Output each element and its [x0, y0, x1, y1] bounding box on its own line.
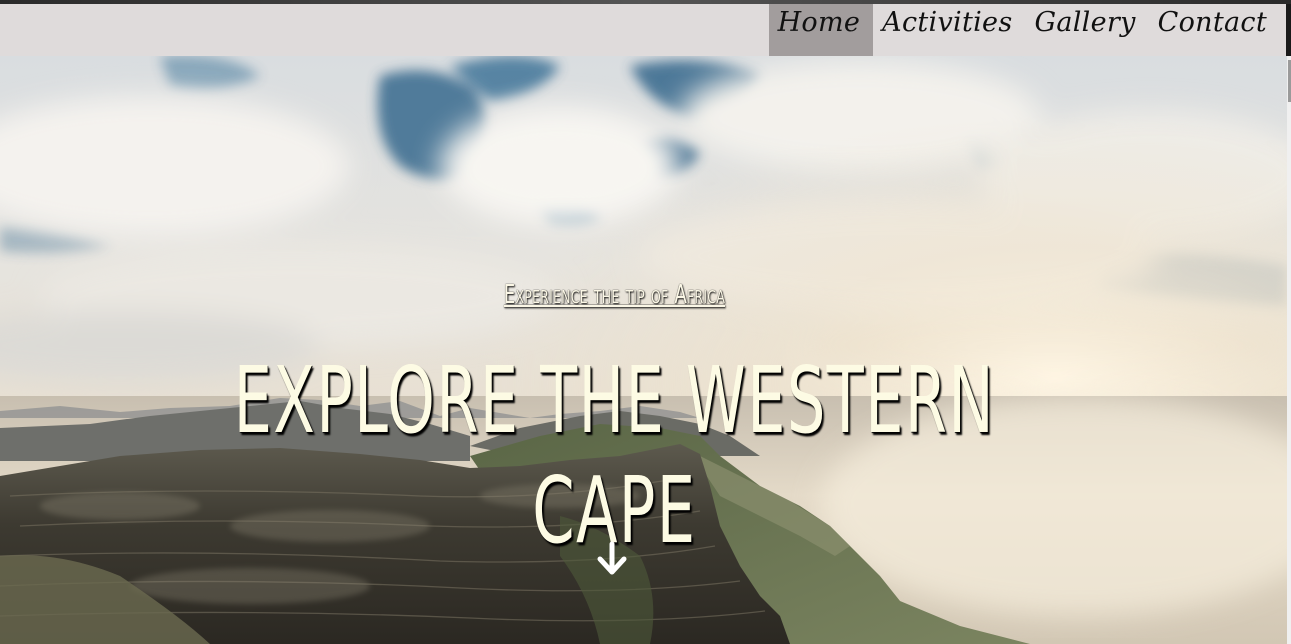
nav-item-gallery[interactable]: Gallery: [1025, 4, 1148, 56]
nav-item-label: Home: [777, 7, 861, 38]
hero-headline: EXPLORE THE WESTERN CAPE: [233, 347, 996, 564]
nav-item-label: Contact: [1157, 7, 1267, 38]
nav-item-activities[interactable]: Activities: [873, 4, 1025, 56]
nav-item-contact[interactable]: Contact: [1149, 4, 1280, 56]
hero-tagline[interactable]: Experience the tip of Africa: [135, 280, 1094, 310]
nav-list: Home Activities Gallery Contact: [768, 4, 1280, 56]
nav-item-home[interactable]: Home: [768, 4, 874, 56]
scrollbar-track[interactable]: [1287, 56, 1291, 644]
nav-item-label: Gallery: [1034, 7, 1136, 38]
hero-section: Experience the tip of Africa EXPLORE THE…: [0, 56, 1287, 644]
navbar: Home Activities Gallery Contact: [0, 4, 1286, 56]
nav-item-label: Activities: [882, 7, 1013, 38]
page: Home Activities Gallery Contact Experien…: [0, 0, 1291, 644]
arrow-down-icon[interactable]: [596, 541, 628, 577]
